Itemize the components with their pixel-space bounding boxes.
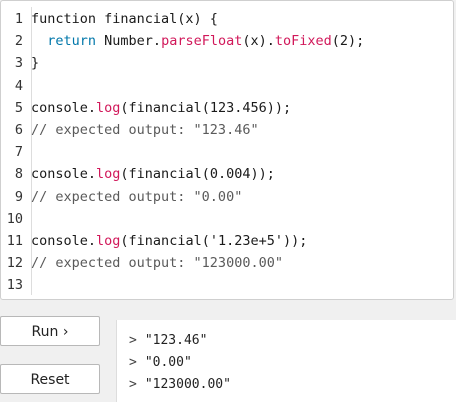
code-token: function financial(x) {: [31, 11, 218, 27]
console-prompt: >: [129, 377, 137, 392]
line-number: 11: [6, 233, 23, 249]
run-button[interactable]: Run ›: [0, 316, 100, 346]
code-text: // expected output: "0.00": [27, 186, 242, 208]
code-token: Number.: [104, 33, 162, 50]
code-token: // expected output: "0.00": [31, 188, 243, 205]
code-line[interactable]: 1 function financial(x) {: [1, 8, 218, 30]
code-text: console.log(financial('1.23e+5'));: [27, 230, 307, 252]
line-number: 7: [14, 144, 23, 161]
code-text: }: [27, 52, 39, 74]
code-token: (financial(123.456));: [120, 99, 292, 116]
line-number: 9: [14, 188, 23, 205]
code-text: function financial(x) {: [27, 8, 218, 30]
code-line[interactable]: 4: [1, 75, 31, 97]
code-line[interactable]: 9 // expected output: "0.00": [1, 186, 242, 208]
line-number: 2: [14, 33, 23, 50]
code-line[interactable]: 13: [1, 274, 31, 296]
line-number: 5: [14, 99, 23, 116]
line-number: 3: [14, 55, 23, 72]
code-text: console.log(financial(0.004));: [27, 163, 275, 185]
code-text: console.log(financial(123.456));: [27, 97, 291, 119]
code-text: // expected output: "123000.00": [27, 252, 283, 274]
code-token: // expected output: "123000.00": [31, 255, 283, 272]
line-number: 12: [6, 255, 23, 272]
console-line: > "0.00": [129, 352, 192, 374]
code-token: log: [96, 233, 121, 249]
console-output: > "123.46" > "0.00" > "123000.00": [116, 320, 456, 402]
code-token: (x).: [242, 33, 275, 50]
console-output-value: "123.46": [144, 333, 208, 348]
code-token: log: [96, 99, 121, 116]
app-window: 1 function financial(x) { 2 return Number.…: [0, 0, 456, 402]
code-line[interactable]: 11 console.log(financial('1.23e+5'));: [1, 230, 308, 252]
console-prompt: >: [129, 333, 137, 348]
code-token: log: [96, 166, 121, 183]
console-line: > "123000.00": [129, 374, 231, 396]
console-prompt: >: [129, 355, 137, 370]
line-number: 13: [6, 277, 23, 294]
controls-panel: Run › Reset: [0, 316, 110, 402]
line-number: 8: [14, 166, 23, 183]
reset-button[interactable]: Reset: [0, 364, 100, 394]
code-token: return: [31, 33, 105, 50]
line-number: 6: [14, 122, 23, 138]
code-line[interactable]: 10: [1, 208, 31, 230]
code-text: return Number.parseFloat(x).toFixed(2);: [27, 30, 364, 52]
code-line[interactable]: 12 // expected output: "123000.00": [1, 252, 283, 274]
code-token: console.: [31, 166, 97, 183]
code-token: // expected output: "123.46": [31, 122, 259, 138]
code-line[interactable]: 8 console.log(financial(0.004));: [1, 163, 275, 185]
code-editor[interactable]: 1 function financial(x) { 2 return Number.…: [0, 0, 454, 300]
console-line: > "123.46": [129, 330, 207, 352]
code-token: (2);: [331, 33, 365, 50]
console-output-value: "0.00": [144, 355, 192, 370]
line-number: 1: [14, 11, 23, 27]
line-number: 4: [14, 77, 23, 94]
code-token: console.: [31, 233, 97, 249]
code-token: toFixed: [274, 33, 332, 50]
console-output-value: "123000.00": [144, 377, 231, 392]
code-token: (financial(0.004));: [120, 166, 275, 183]
code-line[interactable]: 3}: [1, 52, 39, 74]
code-token: console.: [31, 99, 97, 116]
code-line[interactable]: 7: [1, 141, 31, 163]
code-line[interactable]: 2 return Number.parseFloat(x).toFixed(2)…: [1, 30, 364, 52]
code-line[interactable]: 6 // expected output: "123.46": [1, 119, 259, 141]
code-line[interactable]: 5 console.log(financial(123.456));: [1, 97, 291, 119]
code-text: // expected output: "123.46": [27, 119, 259, 141]
code-token: (financial('1.23e+5'));: [120, 233, 308, 249]
line-number: 10: [6, 210, 23, 227]
code-token: }: [31, 55, 40, 72]
code-token: parseFloat: [161, 33, 243, 50]
